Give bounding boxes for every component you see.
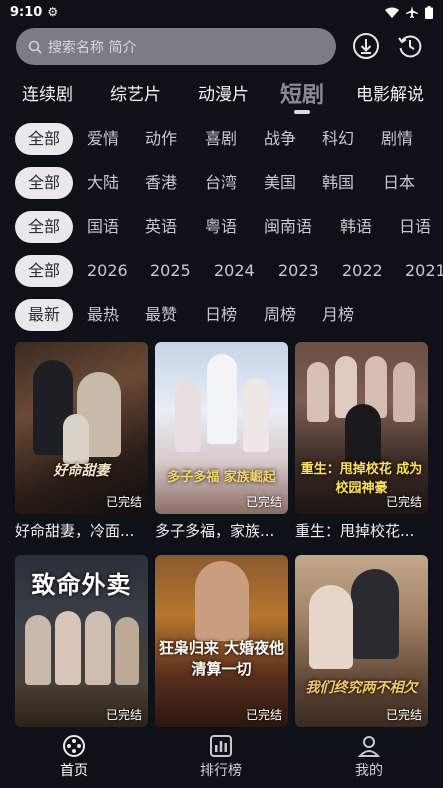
nav-ranking-label: 排行榜 bbox=[200, 763, 242, 779]
filter-sort-option[interactable]: 最热 bbox=[87, 299, 119, 331]
filter-year-option[interactable]: 2022 bbox=[342, 255, 383, 287]
poster-art-text: 好命甜妻 bbox=[53, 463, 110, 479]
nav-home-label: 首页 bbox=[60, 763, 88, 779]
search-placeholder: 搜索名称 简介 bbox=[48, 39, 137, 56]
filter-region-option[interactable]: 美国 bbox=[264, 167, 296, 199]
filter-genre-option[interactable]: 战争 bbox=[264, 123, 296, 155]
filter-year-option[interactable]: 2023 bbox=[278, 255, 319, 287]
filter-language-option[interactable]: 韩语 bbox=[340, 211, 372, 243]
history-icon bbox=[398, 35, 422, 58]
status-badge: 已完结 bbox=[385, 708, 422, 722]
filter-region-option[interactable]: 香港 bbox=[145, 167, 177, 199]
filter-sort-latest[interactable]: 最新 bbox=[15, 299, 73, 331]
search-row: 搜索名称 简介 bbox=[0, 28, 443, 66]
filter-year-option[interactable]: 2025 bbox=[150, 255, 191, 287]
drama-card[interactable]: 狂枭归来 大婚夜他清算一切 已完结 bbox=[155, 555, 288, 733]
status-badge: 已完结 bbox=[105, 708, 142, 722]
status-time: 9:10 bbox=[10, 4, 43, 20]
filter-year-option[interactable]: 2026 bbox=[87, 255, 128, 287]
tab-indicator bbox=[294, 110, 310, 114]
filter-year-option[interactable]: 2024 bbox=[214, 255, 255, 287]
status-badge: 已完结 bbox=[245, 495, 282, 509]
drama-title: 好命甜妻，冷面... bbox=[15, 522, 135, 540]
tab-series[interactable]: 连续剧 bbox=[22, 80, 73, 105]
filter-language-option[interactable]: 粤语 bbox=[205, 211, 237, 243]
filter-region-option[interactable]: 大陆 bbox=[87, 167, 119, 199]
filter-sort-option[interactable]: 最赞 bbox=[145, 299, 177, 331]
filter-row-language: 全部 国语 英语 粤语 闽南语 韩语 日语 bbox=[0, 211, 443, 243]
poster-art-text: 狂枭归来 大婚夜他清算一切 bbox=[158, 639, 285, 678]
filter-language-all[interactable]: 全部 bbox=[15, 211, 73, 243]
drama-card[interactable]: 好命甜妻 已完结 好命甜妻，冷面... bbox=[15, 342, 148, 541]
download-icon bbox=[353, 33, 379, 59]
gear-icon: ⚙ bbox=[47, 5, 59, 19]
history-button[interactable] bbox=[396, 32, 424, 60]
tab-variety[interactable]: 综艺片 bbox=[110, 80, 161, 105]
filter-language-option[interactable]: 日语 bbox=[399, 211, 431, 243]
search-icon bbox=[28, 40, 42, 54]
airplane-icon bbox=[406, 6, 418, 18]
status-bar: 9:10 ⚙ bbox=[0, 0, 443, 24]
drama-card[interactable]: 我们终究两不相欠 已完结 bbox=[295, 555, 428, 733]
download-button[interactable] bbox=[352, 32, 380, 60]
drama-card[interactable]: 多子多福 家族崛起 已完结 多子多福，家族... bbox=[155, 342, 288, 541]
nav-profile-label: 我的 bbox=[355, 763, 383, 779]
filter-row-genre: 全部 爱情 动作 喜剧 战争 科幻 剧情 bbox=[0, 123, 443, 155]
filter-genre-option[interactable]: 爱情 bbox=[87, 123, 119, 155]
nav-ranking[interactable]: 排行榜 bbox=[181, 734, 261, 780]
status-badge: 已完结 bbox=[385, 495, 422, 509]
filter-region-option[interactable]: 韩国 bbox=[322, 167, 354, 199]
filter-region-option[interactable]: 台湾 bbox=[205, 167, 237, 199]
drama-card[interactable]: 致命外卖 已完结 bbox=[15, 555, 148, 733]
filter-language-option[interactable]: 国语 bbox=[87, 211, 119, 243]
status-badge: 已完结 bbox=[105, 495, 142, 509]
filter-year-all[interactable]: 全部 bbox=[15, 255, 73, 287]
filter-row-sort: 最新 最热 最赞 日榜 周榜 月榜 bbox=[0, 299, 443, 331]
nav-profile[interactable]: 我的 bbox=[329, 734, 409, 780]
filter-row-year: 全部 2026 2025 2024 2023 2022 2021 bbox=[0, 255, 443, 287]
filter-language-option[interactable]: 闽南语 bbox=[264, 211, 312, 243]
battery-icon bbox=[425, 5, 433, 19]
wifi-icon bbox=[385, 7, 399, 18]
film-reel-icon bbox=[63, 735, 85, 757]
bar-chart-icon bbox=[210, 735, 232, 757]
nav-home[interactable]: 首页 bbox=[34, 734, 114, 780]
poster-art-text: 重生：甩掉校花 成为校园神豪 bbox=[300, 462, 423, 496]
filter-region-option[interactable]: 日本 bbox=[383, 167, 415, 199]
poster-art-text: 多子多福 家族崛起 bbox=[167, 470, 276, 485]
filter-sort-option[interactable]: 日榜 bbox=[205, 299, 237, 331]
filter-sort-option[interactable]: 周榜 bbox=[264, 299, 296, 331]
poster-image[interactable]: 好命甜妻 已完结 bbox=[15, 342, 148, 514]
filter-region-all[interactable]: 全部 bbox=[15, 167, 73, 199]
poster-art-text: 我们终究两不相欠 bbox=[305, 680, 418, 696]
status-badge: 已完结 bbox=[245, 708, 282, 722]
search-input[interactable]: 搜索名称 简介 bbox=[16, 28, 336, 65]
drama-title: 重生：甩掉校花... bbox=[295, 522, 415, 540]
poster-image[interactable]: 我们终究两不相欠 已完结 bbox=[295, 555, 428, 727]
filter-year-option[interactable]: 2021 bbox=[405, 255, 443, 287]
filter-row-region: 全部 大陆 香港 台湾 美国 韩国 日本 bbox=[0, 167, 443, 199]
filter-genre-option[interactable]: 动作 bbox=[145, 123, 177, 155]
category-tabs: 连续剧 综艺片 动漫片 短剧 电影解说 bbox=[0, 72, 443, 112]
poster-image[interactable]: 狂枭归来 大婚夜他清算一切 已完结 bbox=[155, 555, 288, 727]
filter-genre-all[interactable]: 全部 bbox=[15, 123, 73, 155]
tab-movie-commentary[interactable]: 电影解说 bbox=[356, 80, 424, 105]
poster-image[interactable]: 重生：甩掉校花 成为校园神豪 已完结 bbox=[295, 342, 428, 514]
poster-image[interactable]: 致命外卖 已完结 bbox=[15, 555, 148, 727]
bottom-nav: 首页 排行榜 我的 bbox=[0, 728, 443, 788]
filter-language-option[interactable]: 英语 bbox=[145, 211, 177, 243]
filter-sort-option[interactable]: 月榜 bbox=[322, 299, 354, 331]
drama-card[interactable]: 重生：甩掉校花 成为校园神豪 已完结 重生：甩掉校花... bbox=[295, 342, 428, 541]
drama-title: 多子多福，家族... bbox=[155, 522, 275, 540]
filter-genre-option[interactable]: 剧情 bbox=[381, 123, 413, 155]
tab-short-drama[interactable]: 短剧 bbox=[280, 77, 324, 109]
tab-anime[interactable]: 动漫片 bbox=[198, 80, 249, 105]
poster-image[interactable]: 多子多福 家族崛起 已完结 bbox=[155, 342, 288, 514]
poster-art-text: 致命外卖 bbox=[31, 571, 132, 599]
filter-genre-option[interactable]: 喜剧 bbox=[205, 123, 237, 155]
filter-genre-option[interactable]: 科幻 bbox=[322, 123, 354, 155]
profile-icon bbox=[357, 736, 381, 757]
